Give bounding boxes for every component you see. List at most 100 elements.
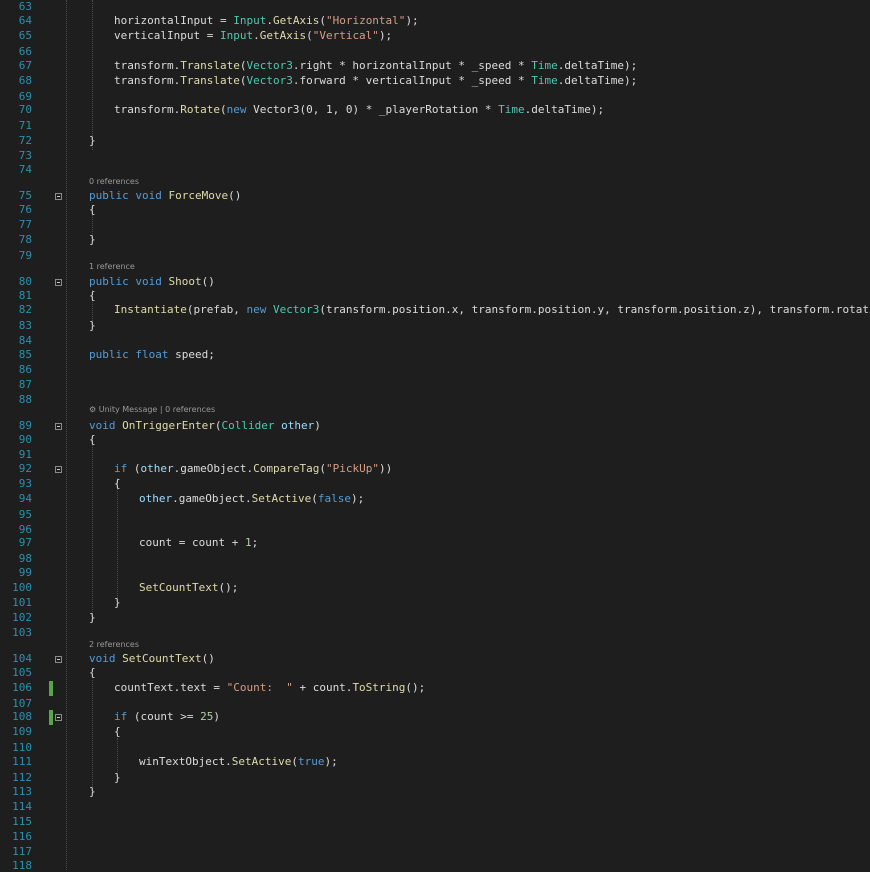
code-token: void bbox=[89, 419, 116, 432]
line-number: 79 bbox=[18, 249, 32, 262]
line-number: 83 bbox=[18, 319, 32, 332]
indent-guide bbox=[66, 0, 67, 870]
line-number: 95 bbox=[18, 508, 32, 521]
collapse-toggle-icon[interactable] bbox=[55, 714, 62, 721]
code-line: { bbox=[89, 666, 96, 679]
codelens-unity-message[interactable]: ⚙ Unity Message | 0 references bbox=[89, 405, 215, 414]
indent-guide bbox=[117, 478, 118, 606]
code-token: Vector3(0, 1, 0) * _playerRotation * bbox=[246, 103, 499, 116]
code-token: ); bbox=[405, 14, 419, 27]
code-token: ); bbox=[350, 492, 365, 505]
line-number: 94 bbox=[18, 492, 32, 505]
line-number: 70 bbox=[18, 103, 32, 116]
code-token: public bbox=[89, 275, 129, 288]
line-number: 78 bbox=[18, 233, 32, 246]
code-line: { bbox=[114, 725, 121, 738]
line-number: 100 bbox=[12, 581, 32, 594]
code-line: Instantiate(prefab, new Vector3(transfor… bbox=[114, 303, 870, 316]
code-token: ; bbox=[251, 536, 259, 549]
code-line: if (other.gameObject.CompareTag("PickUp"… bbox=[114, 462, 392, 475]
code-token: .deltaTime); bbox=[557, 59, 638, 72]
collapse-toggle-icon[interactable] bbox=[55, 423, 62, 430]
code-line: if (count >= 25) bbox=[114, 710, 220, 723]
collapse-toggle-icon[interactable] bbox=[55, 656, 62, 663]
line-number: 75 bbox=[18, 189, 32, 202]
codelens-label: Unity Message | 0 references bbox=[98, 405, 216, 414]
code-token: transform. bbox=[114, 59, 181, 72]
code-token: 25 bbox=[200, 710, 214, 723]
line-number: 88 bbox=[18, 393, 32, 406]
code-editor[interactable]: 63 64 65 66 67 68 69 70 71 72 73 74 75 76 77 78 79 80 81 82… bbox=[0, 0, 870, 872]
code-token: { bbox=[89, 666, 96, 679]
code-token: "Vertical" bbox=[312, 29, 379, 42]
code-token: Rotate bbox=[180, 103, 220, 116]
change-indicator bbox=[49, 681, 53, 696]
code-token: false bbox=[317, 492, 351, 505]
code-token: other bbox=[281, 419, 315, 432]
line-number: 117 bbox=[12, 845, 32, 858]
line-number: 84 bbox=[18, 334, 32, 347]
code-line: } bbox=[89, 319, 96, 332]
code-token: horizontalInput = bbox=[114, 14, 234, 27]
line-number: 74 bbox=[18, 163, 32, 176]
line-number: 108 bbox=[12, 710, 32, 723]
code-token: ) bbox=[213, 710, 220, 723]
line-number: 97 bbox=[18, 536, 32, 549]
change-indicator bbox=[49, 710, 53, 725]
line-number: 114 bbox=[12, 800, 32, 813]
code-token: . bbox=[266, 14, 273, 27]
code-token: OnTriggerEnter bbox=[122, 419, 215, 432]
line-number: 87 bbox=[18, 378, 32, 391]
code-token: .gameObject. bbox=[172, 492, 252, 505]
code-token: other bbox=[139, 492, 173, 505]
codelens-references[interactable]: 1 reference bbox=[89, 262, 135, 271]
code-line: verticalInput = Input.GetAxis("Vertical"… bbox=[114, 29, 392, 42]
line-number: 76 bbox=[18, 203, 32, 216]
code-token: )) bbox=[378, 462, 393, 475]
code-token: void bbox=[135, 189, 162, 202]
code-token: count = count + bbox=[139, 536, 245, 549]
code-token: verticalInput = bbox=[114, 29, 220, 42]
code-line: { bbox=[89, 433, 96, 446]
line-number: 80 bbox=[18, 275, 32, 288]
code-token: Input bbox=[233, 14, 267, 27]
line-number: 85 bbox=[18, 348, 32, 361]
codelens-references[interactable]: 0 references bbox=[89, 177, 139, 186]
code-token: { bbox=[114, 725, 121, 738]
code-token: } bbox=[89, 785, 96, 798]
code-token: Vector3 bbox=[246, 59, 293, 72]
code-line: transform.Translate(Vector3.forward * ve… bbox=[114, 74, 637, 87]
code-token: .deltaTime); bbox=[524, 103, 605, 116]
line-number: 63 bbox=[18, 0, 32, 13]
code-token: + count. bbox=[292, 681, 353, 694]
line-number: 91 bbox=[18, 448, 32, 461]
collapse-toggle-icon[interactable] bbox=[55, 466, 62, 473]
code-line: SetCountText(); bbox=[139, 581, 238, 594]
code-token: .forward * verticalInput * _speed * bbox=[292, 74, 532, 87]
code-token: Input bbox=[219, 29, 254, 42]
line-number: 81 bbox=[18, 289, 32, 302]
code-token: transform. bbox=[114, 74, 181, 87]
code-line: countText.text = "Count: " + count.ToStr… bbox=[114, 681, 425, 694]
line-number: 104 bbox=[12, 652, 32, 665]
code-token: SetActive bbox=[251, 492, 312, 505]
code-line: void OnTriggerEnter(Collider other) bbox=[89, 419, 321, 432]
line-number: 92 bbox=[18, 462, 32, 475]
collapse-toggle-icon[interactable] bbox=[55, 279, 62, 286]
line-number: 116 bbox=[12, 830, 32, 843]
code-token: ) bbox=[314, 419, 321, 432]
code-token: public bbox=[89, 348, 129, 361]
code-token: (count >= bbox=[127, 710, 201, 723]
code-token: ( bbox=[127, 462, 141, 475]
collapse-toggle-icon[interactable] bbox=[55, 193, 62, 200]
code-line: { bbox=[89, 289, 96, 302]
unity-icon: ⚙ bbox=[89, 405, 99, 414]
code-token: ( bbox=[219, 103, 227, 116]
code-token: ( bbox=[319, 14, 326, 27]
code-token: } bbox=[89, 611, 96, 624]
code-line: public float speed; bbox=[89, 348, 215, 361]
codelens-references[interactable]: 2 references bbox=[89, 640, 139, 649]
code-token: } bbox=[114, 771, 121, 784]
